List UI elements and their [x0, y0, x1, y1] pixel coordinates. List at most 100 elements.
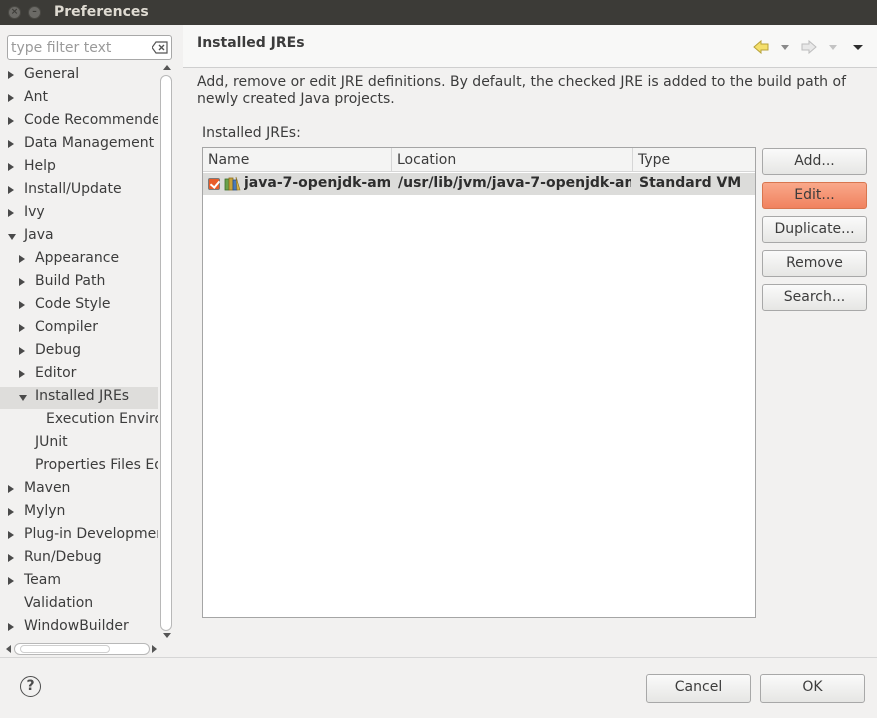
collapse-arrow-icon[interactable]	[19, 278, 25, 286]
tree-item-label: Plug-in Development	[24, 526, 158, 542]
tree-item[interactable]: Code Recommenders	[0, 111, 158, 133]
chevron-down-icon[interactable]	[780, 39, 790, 55]
tree-item[interactable]: Plug-in Development	[0, 525, 158, 547]
tree-item[interactable]: Execution Environments	[0, 410, 158, 432]
jre-location: /usr/lib/jvm/java-7-openjdk-amd64	[398, 175, 631, 191]
scroll-left-icon[interactable]	[6, 645, 11, 653]
chevron-down-icon[interactable]	[828, 39, 838, 55]
table-header: Name Location Type	[203, 148, 755, 172]
tree-item[interactable]: Run/Debug	[0, 548, 158, 570]
collapse-arrow-icon[interactable]	[8, 209, 14, 217]
tree-item[interactable]: Code Style	[0, 295, 158, 317]
remove-button[interactable]: Remove	[762, 250, 867, 277]
tree-item[interactable]: Validation	[0, 594, 158, 616]
tree-item[interactable]: Debug	[0, 341, 158, 363]
tree-item-label: Help	[24, 158, 56, 174]
tree-item[interactable]: JUnit	[0, 433, 158, 455]
search-button[interactable]: Search...	[762, 284, 867, 311]
preference-page: Installed JREs Add, remove or edit JRE d…	[183, 25, 877, 657]
tree-item-label: Debug	[35, 342, 82, 358]
default-jre-checkbox[interactable]	[208, 178, 220, 190]
collapse-arrow-icon[interactable]	[8, 140, 14, 148]
tree-item[interactable]: Maven	[0, 479, 158, 501]
collapse-arrow-icon[interactable]	[8, 485, 14, 493]
scroll-up-icon[interactable]	[163, 65, 171, 70]
close-icon[interactable]: ×	[8, 6, 21, 19]
collapse-arrow-icon[interactable]	[8, 186, 14, 194]
table-row[interactable]: java-7-openjdk-amd64 /usr/lib/jvm/java-7…	[203, 173, 755, 195]
tree-item-label: Ant	[24, 89, 48, 105]
collapse-arrow-icon[interactable]	[8, 508, 14, 516]
tree-item[interactable]: Appearance	[0, 249, 158, 271]
jre-table[interactable]: Name Location Type java-7-openjdk-amd64 …	[202, 147, 756, 618]
page-title: Installed JREs	[197, 35, 305, 51]
filter-input[interactable]	[11, 38, 151, 57]
minimize-icon[interactable]: –	[28, 6, 41, 19]
edit-button[interactable]: Edit...	[762, 182, 867, 209]
tree-item[interactable]: Java	[0, 226, 158, 248]
collapse-arrow-icon[interactable]	[8, 163, 14, 171]
collapse-arrow-icon[interactable]	[8, 71, 14, 79]
collapse-arrow-icon[interactable]	[8, 117, 14, 125]
view-menu-icon[interactable]	[852, 39, 864, 55]
tree-item[interactable]: Ant	[0, 88, 158, 110]
tree-item[interactable]: General	[0, 65, 158, 87]
tree-item-label: Execution Environments	[46, 411, 158, 427]
filter-field[interactable]	[7, 35, 172, 60]
tree-item-label: Properties Files Editor	[35, 457, 158, 473]
collapse-arrow-icon[interactable]	[19, 324, 25, 332]
help-icon[interactable]: ?	[20, 676, 41, 697]
tree-item[interactable]: Ivy	[0, 203, 158, 225]
tree-item[interactable]: Data Management	[0, 134, 158, 156]
tree-vertical-scrollbar[interactable]	[159, 65, 173, 640]
column-header-location[interactable]: Location	[392, 148, 633, 172]
tree-item-label: Appearance	[35, 250, 120, 266]
collapse-arrow-icon[interactable]	[19, 347, 25, 355]
tree-item[interactable]: Team	[0, 571, 158, 593]
tree-item[interactable]: Compiler	[0, 318, 158, 340]
column-header-name[interactable]: Name	[203, 148, 392, 172]
expand-arrow-icon[interactable]	[19, 395, 27, 401]
page-description: Add, remove or edit JRE definitions. By …	[197, 74, 846, 107]
tree-item[interactable]: Build Path	[0, 272, 158, 294]
tree-item[interactable]: Properties Files Editor	[0, 456, 158, 478]
tree-item-label: Run/Debug	[24, 549, 102, 565]
scroll-right-icon[interactable]	[152, 645, 157, 653]
add-button[interactable]: Add...	[762, 148, 867, 175]
collapse-arrow-icon[interactable]	[8, 554, 14, 562]
tree-item[interactable]: Installed JREs	[0, 387, 158, 409]
window-titlebar: × – Preferences	[0, 0, 877, 25]
tree-item-label: Data Management	[24, 135, 155, 151]
scroll-down-icon[interactable]	[163, 633, 171, 638]
clear-filter-icon[interactable]	[152, 41, 168, 54]
duplicate-button[interactable]: Duplicate...	[762, 216, 867, 243]
tree-item-label: Install/Update	[24, 181, 122, 197]
scrollbar-track[interactable]	[160, 75, 172, 631]
tree-item[interactable]: Help	[0, 157, 158, 179]
collapse-arrow-icon[interactable]	[8, 531, 14, 539]
tree-item[interactable]: Mylyn	[0, 502, 158, 524]
cancel-button[interactable]: Cancel	[646, 674, 751, 703]
tree-item[interactable]: Editor	[0, 364, 158, 386]
collapse-arrow-icon[interactable]	[8, 577, 14, 585]
column-header-type[interactable]: Type	[633, 148, 755, 172]
collapse-arrow-icon[interactable]	[19, 301, 25, 309]
tree-item[interactable]: Install/Update	[0, 180, 158, 202]
back-icon[interactable]	[753, 39, 769, 55]
tree-item-label: JUnit	[35, 434, 68, 450]
tree-item-label: Mylyn	[24, 503, 66, 519]
collapse-arrow-icon[interactable]	[8, 94, 14, 102]
tree-item-label: General	[24, 66, 80, 82]
forward-icon[interactable]	[801, 39, 817, 55]
tree-item-label: Team	[24, 572, 62, 588]
tree-item[interactable]: WindowBuilder	[0, 617, 158, 639]
tree-horizontal-scrollbar[interactable]	[6, 642, 158, 656]
collapse-arrow-icon[interactable]	[8, 623, 14, 631]
collapse-arrow-icon[interactable]	[19, 255, 25, 263]
window-title: Preferences	[54, 4, 149, 20]
scrollbar-thumb[interactable]	[20, 645, 110, 653]
collapse-arrow-icon[interactable]	[19, 370, 25, 378]
ok-button[interactable]: OK	[760, 674, 865, 703]
jre-type: Standard VM	[639, 175, 742, 191]
expand-arrow-icon[interactable]	[8, 234, 16, 240]
